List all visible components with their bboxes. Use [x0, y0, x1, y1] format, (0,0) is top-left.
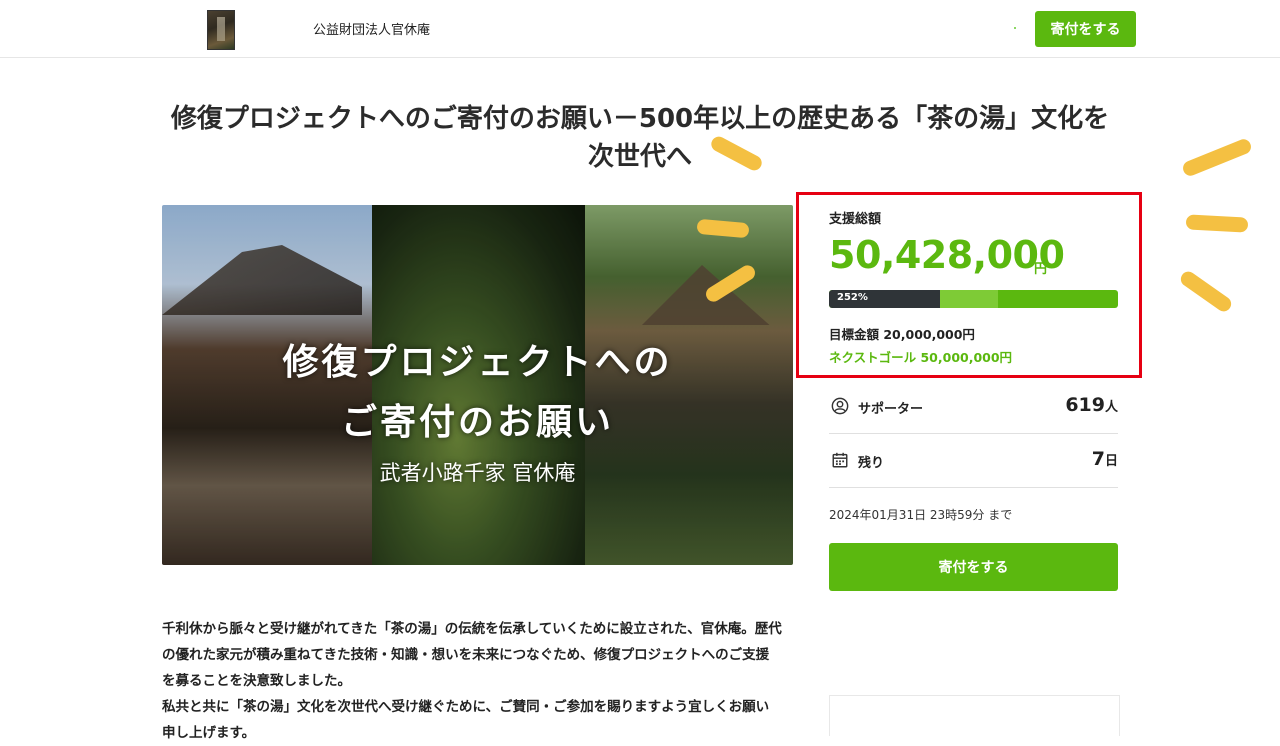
- annotation-stroke: [1185, 214, 1249, 233]
- description-paragraph: 私共と共に「茶の湯」文化を次世代へ受け継ぐために、ご賛同・ご参加を賜りますよう宜…: [162, 699, 770, 741]
- hero-image: 修復プロジェクトへの ご寄付のお願い 武者小路千家 官休庵: [162, 205, 793, 565]
- annotation-stroke: [1180, 137, 1254, 178]
- target-amount: 目標金額 20,000,000円: [829, 327, 975, 342]
- site-header: 公益財団法人官休庵 寄付をする: [0, 0, 1280, 58]
- supporters-count: 619人: [1065, 394, 1118, 416]
- user-circle-icon: [831, 397, 849, 415]
- description-paragraph: 千利休から脈々と受け継がれてきた「茶の湯」の伝統を伝承していくために設立された、…: [162, 621, 782, 689]
- next-goal-amount: ネクストゴール 50,000,000円: [829, 350, 1013, 365]
- hero-heading-line2: ご寄付のお願い: [340, 401, 614, 443]
- remaining-days: 7日: [1091, 448, 1118, 470]
- header-donate-button[interactable]: 寄付をする: [1035, 11, 1136, 47]
- supporters-label: サポーター: [858, 402, 924, 417]
- org-name[interactable]: 公益財団法人官休庵: [313, 19, 430, 38]
- funding-progress-bar: 252%: [829, 290, 1118, 308]
- hero-heading-line1: 修復プロジェクトへの: [282, 341, 673, 383]
- supporters-row: サポーター 619人: [829, 381, 1118, 434]
- hero-subheading: 武者小路千家 官休庵: [379, 461, 576, 485]
- progress-percent: 252%: [837, 292, 868, 303]
- page-title: 修復プロジェクトへのご寄付のお願い－500年以上の歴史ある「茶の湯」文化を次世代…: [170, 104, 1110, 172]
- remaining-days-row: 残り 7日: [829, 435, 1118, 488]
- header-dot: [1014, 27, 1016, 29]
- total-support-amount: 50,428,000: [829, 233, 1065, 277]
- currency-unit: 円: [1034, 262, 1048, 277]
- calendar-icon: [832, 452, 848, 468]
- total-support-label: 支援総額: [829, 212, 882, 227]
- side-card: [829, 695, 1120, 736]
- annotation-stroke: [1177, 268, 1235, 315]
- project-description: 千利休から脈々と受け継がれてきた「茶の湯」の伝統を伝承していくために設立された、…: [162, 616, 782, 746]
- org-logo[interactable]: [207, 10, 235, 50]
- deadline-text: 2024年01月31日 23時59分 まで: [829, 508, 1013, 522]
- remaining-label: 残り: [858, 456, 885, 471]
- progress-fill-secondary: [940, 290, 999, 308]
- donate-button[interactable]: 寄付をする: [829, 543, 1118, 591]
